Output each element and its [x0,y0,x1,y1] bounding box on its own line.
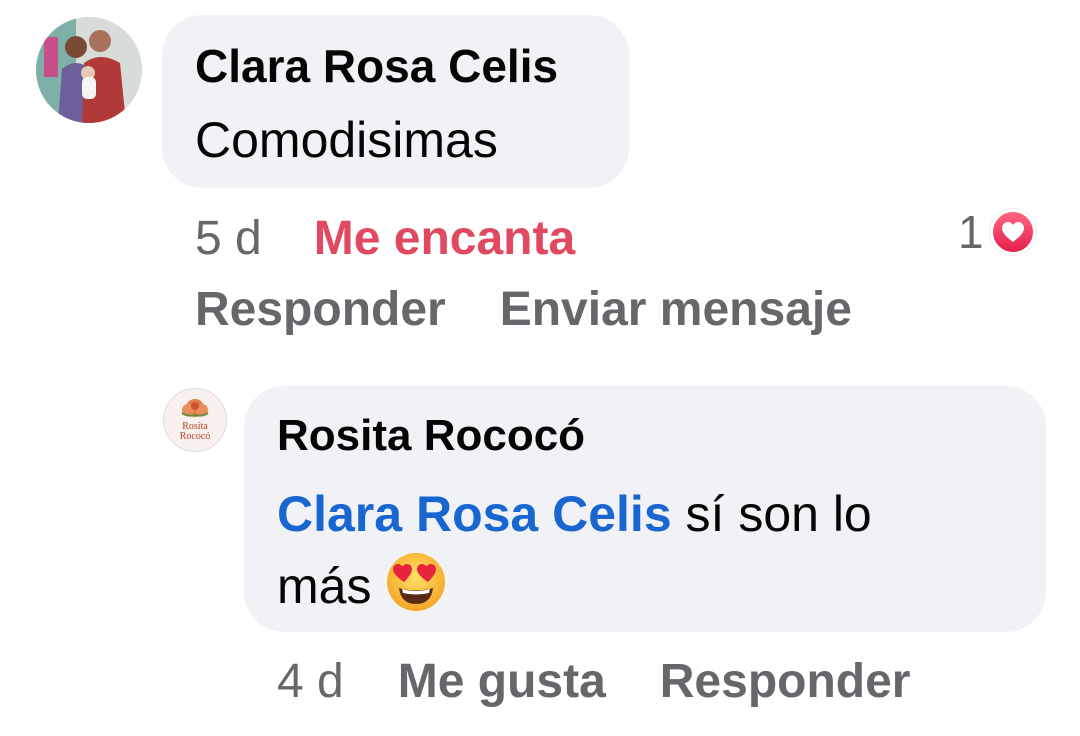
reaction-summary[interactable]: 1 [958,205,1036,259]
comment-meta: 5 d Me encanta [195,207,575,271]
comment-actions: Responder Enviar mensaje [195,280,852,340]
reply-meta: 4 d Me gusta Responder [277,652,910,712]
page-avatar[interactable]: Rosita Rococó [163,388,227,452]
comment-author[interactable]: Clara Rosa Celis [195,38,558,94]
rosita-rococo-logo: Rosita Rococó [164,389,226,451]
reaction-count: 1 [958,206,984,258]
reply-button[interactable]: Responder [660,655,911,708]
mention-link[interactable]: Clara Rosa Celis [277,486,672,542]
comment-text: Comodisimas [195,112,498,168]
avatar[interactable] [36,17,142,123]
reply-button[interactable]: Responder [195,283,446,336]
reply-author[interactable]: Rosita Rococó [277,408,585,464]
reply-text: Clara Rosa Celis sí son lo más [277,478,1017,622]
like-button[interactable]: Me gusta [398,655,606,708]
svg-text:Rococó: Rococó [180,431,211,442]
heart-eyes-emoji-icon [385,551,447,613]
profile-photo [36,17,142,123]
reply-text-line: sí son lo [671,486,872,542]
comment-thread: Clara Rosa Celis Comodisimas 5 d Me encan… [0,0,1080,736]
reply-text-tail: más [277,558,386,614]
send-message-button[interactable]: Enviar mensaje [500,283,852,336]
love-reaction-button[interactable]: Me encanta [314,212,575,265]
reply-timestamp[interactable]: 4 d [277,655,344,708]
comment-timestamp[interactable]: 5 d [195,212,262,265]
heart-icon [989,209,1036,255]
